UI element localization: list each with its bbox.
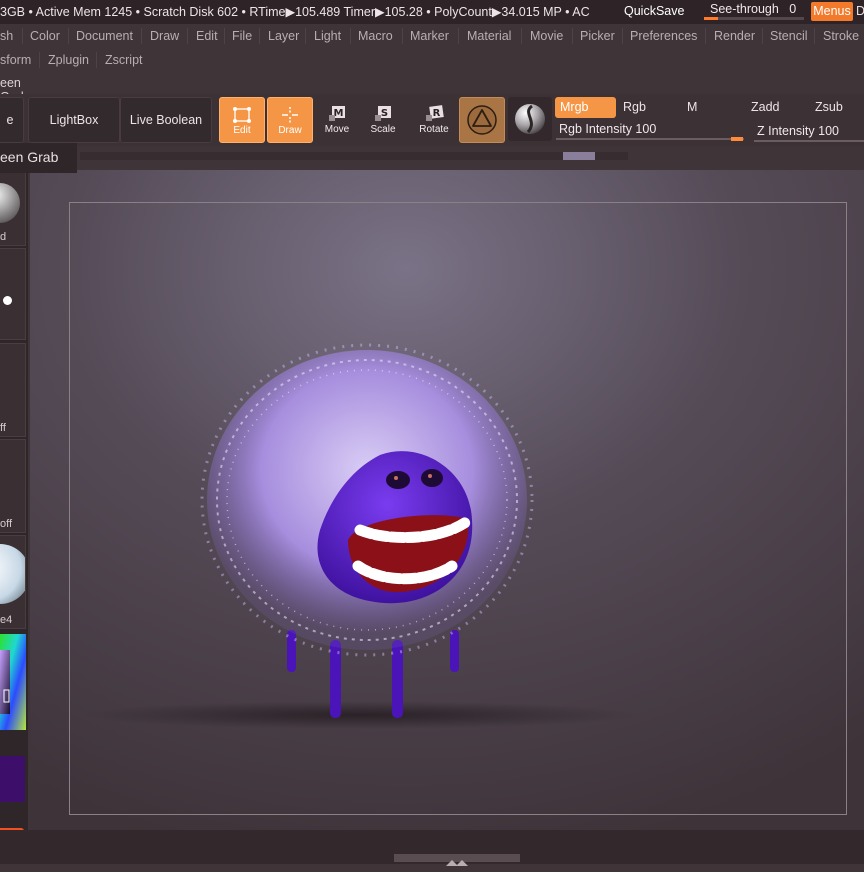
menu-item-stroke[interactable]: Stroke [823, 29, 859, 43]
bottom-tray-handle[interactable] [394, 854, 520, 866]
menus-button[interactable]: Menus [811, 2, 853, 21]
partial-left-button[interactable]: e [0, 97, 24, 143]
spotlight-sphere-button[interactable] [508, 97, 552, 141]
edit-tool-label: Edit [233, 125, 251, 136]
menu-item-sh[interactable]: sh [0, 29, 13, 43]
scale-icon: S [375, 106, 391, 121]
zsub-button[interactable]: Zsub [810, 97, 864, 118]
alpha-slot-label: ff [0, 422, 6, 434]
brush-slot-label: d [0, 231, 7, 243]
see-through-value: 0 [789, 2, 797, 16]
status-text: 3GB • Active Mem 1245 • Scratch Disk 602… [0, 5, 590, 19]
menu-item-material[interactable]: Material [467, 29, 511, 43]
draw-icon [282, 107, 298, 123]
material-slot-label: e4 [0, 614, 13, 626]
svg-text:S: S [381, 108, 388, 119]
menu-item-draw[interactable]: Draw [150, 29, 179, 43]
sub-menu: sform Zplugin Zscript [0, 48, 864, 72]
see-through-label: See-through [710, 2, 779, 16]
brush-sphere-icon [0, 183, 20, 223]
color-wheel-icon [0, 634, 26, 730]
collapse-arrows-icon [446, 860, 468, 866]
see-through-fill [704, 17, 718, 20]
shelf-scroll-handle[interactable] [563, 152, 595, 160]
rgb-intensity-knob[interactable] [731, 137, 743, 141]
menu-item-zplugin[interactable]: Zplugin [48, 53, 89, 67]
rotate-icon: R [426, 105, 444, 121]
rgb-intensity-track[interactable] [556, 138, 744, 140]
menu-item-transform[interactable]: sform [0, 53, 31, 67]
lightbox-button[interactable]: LightBox [28, 97, 120, 143]
document-frame [69, 202, 847, 815]
live-boolean-button[interactable]: Live Boolean [120, 97, 212, 143]
material-sphere-icon [0, 544, 25, 604]
menu-item-file[interactable]: File [232, 29, 252, 43]
see-through-slider[interactable]: See-through 0 [710, 2, 796, 16]
z-intensity-slider[interactable]: Z Intensity 100 [757, 124, 839, 138]
menu-item-movie[interactable]: Movie [530, 29, 563, 43]
main-menu: sh Color Document Draw Edit File Layer L… [0, 24, 864, 48]
status-trailing: D [856, 4, 864, 18]
scale-tool-button[interactable]: S Scale [361, 97, 405, 141]
top-shelf: e LightBox Live Boolean Edit Draw M Move… [0, 94, 864, 146]
edit-tool-button[interactable]: Edit [219, 97, 265, 143]
stroke-slot[interactable] [0, 248, 26, 340]
rotate-tool-label: Rotate [419, 124, 449, 135]
texture-slot-label: off [0, 518, 13, 530]
rgb-button[interactable]: Rgb [618, 97, 681, 118]
shelf-scroll-strip[interactable] [80, 152, 628, 160]
menu-item-document[interactable]: Document [76, 29, 133, 43]
material-slot[interactable]: e4 [0, 535, 26, 629]
menu-item-picker[interactable]: Picker [580, 29, 615, 43]
status-bar: 3GB • Active Mem 1245 • Scratch Disk 602… [0, 0, 864, 24]
screen-grab-label: een Grab [0, 143, 77, 173]
color-picker[interactable] [0, 634, 26, 730]
texture-slot[interactable]: off [0, 439, 26, 533]
menu-item-edit[interactable]: Edit [196, 29, 218, 43]
draw-tool-label: Draw [278, 125, 302, 136]
menu-item-layer[interactable]: Layer [268, 29, 299, 43]
move-icon: M [329, 106, 345, 121]
scale-tool-label: Scale [370, 124, 396, 135]
m-button[interactable]: M [682, 97, 743, 118]
material-icon [467, 105, 497, 135]
material-button[interactable] [459, 97, 505, 143]
z-intensity-track[interactable] [754, 140, 864, 142]
screen-grab-text: een Grab [0, 149, 59, 165]
menu-item-render[interactable]: Render [714, 29, 755, 43]
draw-tool-button[interactable]: Draw [267, 97, 313, 143]
brush-slot[interactable]: d [0, 172, 26, 246]
menu-item-macro[interactable]: Macro [358, 29, 393, 43]
menu-item-zscript[interactable]: Zscript [105, 53, 143, 67]
rotate-tool-button[interactable]: R Rotate [412, 97, 456, 141]
svg-text:R: R [433, 108, 441, 119]
edit-icon [233, 107, 251, 123]
rgb-intensity-slider[interactable]: Rgb Intensity 100 [559, 122, 656, 136]
left-tray: d ff off e4 [0, 150, 28, 864]
svg-text:M: M [334, 108, 344, 119]
see-through-track[interactable] [704, 17, 804, 20]
alpha-slot[interactable]: ff [0, 343, 26, 437]
main-color-swatch[interactable] [0, 756, 25, 802]
menu-item-preferences[interactable]: Preferences [630, 29, 697, 43]
partial-left-label: e [6, 113, 14, 127]
spotlight-sphere-icon [515, 104, 545, 134]
menu-item-marker[interactable]: Marker [410, 29, 449, 43]
menu-item-stencil[interactable]: Stencil [770, 29, 808, 43]
move-tool-button[interactable]: M Move [315, 97, 359, 141]
zadd-button[interactable]: Zadd [746, 97, 807, 118]
mrgb-button[interactable]: Mrgb [555, 97, 616, 118]
menu-item-light[interactable]: Light [314, 29, 341, 43]
move-tool-label: Move [324, 124, 350, 135]
stroke-dot-icon [3, 296, 12, 305]
menu-item-color[interactable]: Color [30, 29, 60, 43]
quicksave-button[interactable]: QuickSave [624, 4, 684, 18]
